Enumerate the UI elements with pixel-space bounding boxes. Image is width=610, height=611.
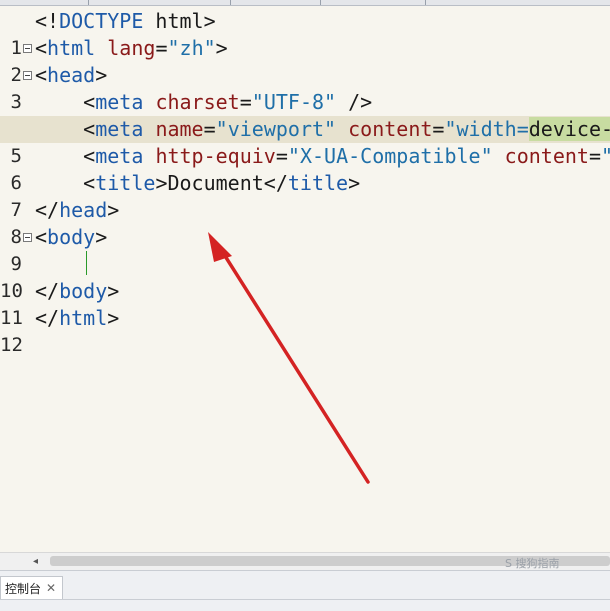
code-attr: content (348, 117, 433, 141)
code-text: <title>Document</title> (35, 170, 360, 197)
close-icon[interactable]: ✕ (46, 581, 56, 595)
code-text: <body> (35, 224, 107, 251)
code-punct: >Document</ (155, 171, 288, 195)
code-line[interactable]: 10 (0, 251, 610, 302)
code-punct: = (203, 117, 216, 141)
code-text: </html> (35, 305, 119, 332)
code-punct: </ (35, 198, 60, 222)
code-punct: < (83, 171, 96, 195)
code-punct: </ (35, 306, 60, 330)
code-tag: body (59, 279, 108, 303)
code-attr: http-equiv (155, 144, 276, 168)
line-number: 12 (0, 334, 23, 356)
code-attr: charset (155, 90, 240, 114)
code-punct: html> (143, 9, 216, 33)
code-line[interactable]: 6 <meta http-equiv="X-UA-Compatible" con… (0, 143, 610, 194)
code-punct: > (107, 279, 120, 303)
code-line[interactable]: 8 </head> (0, 197, 610, 248)
code-punct: = (155, 36, 168, 60)
tab-console[interactable]: 控制台 ✕ (0, 576, 64, 599)
code-punct: > (95, 225, 108, 249)
code-attr: name (155, 117, 204, 141)
code-text: <!DOCTYPE html> (35, 8, 216, 35)
code-line[interactable]: 9 <body> (0, 224, 610, 275)
code-value: "width= (444, 117, 529, 141)
code-line[interactable]: 2 <html lang="zh"> (0, 35, 610, 86)
code-punct: < (35, 36, 48, 60)
scroll-left-arrow-icon[interactable]: ◂ (33, 556, 38, 567)
code-text: <meta name="viewport" content="width=dev… (35, 116, 610, 143)
code-tag: body (47, 225, 96, 249)
code-tag: meta (95, 144, 144, 168)
code-tag: title (95, 171, 156, 195)
code-punct: > (348, 171, 361, 195)
code-punct: > (95, 63, 108, 87)
code-punct: = (432, 117, 445, 141)
code-tag: html (47, 36, 96, 60)
code-punct: = (275, 144, 288, 168)
tab-separator (320, 0, 321, 5)
tab-separator (425, 0, 426, 5)
tab-separator (88, 0, 89, 5)
fold-toggle-icon[interactable] (23, 71, 32, 80)
code-punct: > (215, 36, 228, 60)
code-value: "UTF-8" (251, 90, 337, 114)
code-tag: DOCTYPE (59, 9, 144, 33)
code-line[interactable]: 7 <title>Document</title> (0, 170, 610, 221)
code-line[interactable]: 3 <head> (0, 62, 610, 113)
code-punct: > (107, 198, 120, 222)
code-value: "ie=edge" (601, 144, 610, 168)
fold-toggle-icon[interactable] (23, 44, 32, 53)
code-punct: = (588, 144, 601, 168)
code-text: <html lang="zh"> (35, 35, 228, 62)
code-editor[interactable]: 1 <!DOCTYPE html> 2 <html lang="zh"> 3 <… (0, 6, 610, 552)
text-caret (86, 251, 87, 275)
code-punct: < (83, 144, 96, 168)
code-line[interactable]: 12 </html> (0, 305, 610, 356)
code-punct: < (83, 90, 96, 114)
code-text: <meta charset="UTF-8" /> (35, 89, 372, 116)
console-tab-label: 控制台 (5, 581, 42, 596)
code-text: </body> (35, 278, 119, 305)
code-tag: head (59, 198, 108, 222)
watermark-logo: S 搜狗指南 (505, 557, 560, 570)
code-punct: /> (336, 90, 373, 114)
code-punct: </ (35, 279, 60, 303)
code-punct: <! (35, 9, 60, 33)
code-line-current[interactable]: 5 <meta name="viewport" content="width=d… (0, 116, 610, 167)
code-text: </head> (35, 197, 119, 224)
code-punct: > (107, 306, 120, 330)
code-text: <meta http-equiv="X-UA-Compatible" conte… (35, 143, 610, 170)
code-tag: title (287, 171, 349, 195)
bottom-panel: 控制台 ✕ (0, 570, 610, 611)
code-tag: html (59, 306, 108, 330)
code-line[interactable]: 1 <!DOCTYPE html> (0, 8, 610, 59)
code-attr: content (504, 144, 589, 168)
code-value: "zh" (167, 36, 216, 60)
code-line[interactable]: 11 </body> (0, 278, 610, 329)
code-line[interactable]: 4 <meta charset="UTF-8" /> (0, 89, 610, 140)
code-punct: < (35, 63, 48, 87)
code-text: <head> (35, 62, 107, 89)
tab-separator (230, 0, 231, 5)
panel-divider (0, 599, 610, 600)
code-value: "X-UA-Compatible" (287, 144, 493, 168)
code-punct: = (239, 90, 252, 114)
code-tag: meta (95, 90, 144, 114)
code-tag: head (47, 63, 96, 87)
code-tag: meta (95, 117, 144, 141)
fold-toggle-icon[interactable] (23, 233, 32, 242)
code-value: "viewport" (215, 117, 337, 141)
code-highlight: device-width (528, 117, 610, 141)
code-attr: lang (107, 36, 156, 60)
code-punct: < (83, 117, 96, 141)
code-punct: < (35, 225, 48, 249)
